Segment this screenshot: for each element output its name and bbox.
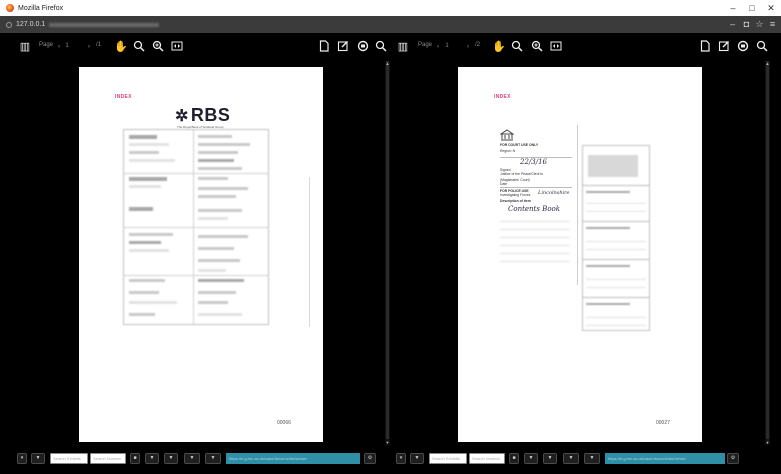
type-dropdown[interactable]: ▼ — [543, 453, 557, 464]
page-number-input[interactable]: 1 — [60, 40, 74, 52]
handwritten-item: Contents Book — [508, 205, 560, 213]
page-total: /1 — [96, 42, 102, 48]
date-label: Date — [500, 182, 508, 186]
zoom-in-icon[interactable] — [530, 40, 544, 54]
blurred-lines — [500, 217, 574, 279]
court-form: FOR COURT USE ONLY Region: N 22/3/16 Sig… — [498, 125, 578, 285]
fit-page-icon[interactable] — [549, 40, 563, 54]
zoom-out-icon[interactable] — [132, 40, 146, 54]
scrollbar[interactable]: ▲ ▼ — [385, 61, 390, 445]
sidebar-toggle-icon[interactable]: ▥ — [396, 40, 410, 54]
region-label: Region: N — [500, 149, 516, 153]
go-button[interactable]: ■ — [509, 453, 519, 464]
close-button[interactable]: ✕ — [760, 0, 781, 16]
index-stamp: INDEX — [494, 94, 511, 100]
tag-dropdown[interactable]: ▼ — [524, 453, 538, 464]
type-dropdown[interactable]: ▼ — [164, 453, 178, 464]
justice-label: Justice of the Peace/Clerk to — [500, 172, 544, 176]
blurred-exhibit-label — [582, 145, 652, 333]
open-file-icon[interactable] — [317, 40, 331, 54]
open-file-icon[interactable] — [698, 40, 712, 54]
exhibit-search-input[interactable]: Search Exhibits — [429, 453, 467, 464]
number-search-input[interactable]: Search Number — [90, 453, 126, 464]
view-dropdown[interactable]: ▼ — [205, 453, 221, 464]
window-title: Mozilla Firefox — [18, 4, 64, 12]
page-label: Page — [39, 42, 54, 48]
star-icon[interactable]: ☆ — [754, 19, 765, 30]
exhibit-search-input[interactable]: Search Exhibits — [50, 453, 88, 464]
hand-tool-icon[interactable]: ✋ — [114, 40, 128, 54]
rbs-logo: ✲ RBS — [175, 105, 230, 126]
settings-button[interactable]: ⚙ — [364, 453, 376, 464]
url-path-blurred — [49, 22, 160, 27]
pdf-viewer-left: ▥ Page ‹ 1 › /1 ✋ INDEX ✲RBS The Royal — [0, 33, 390, 445]
pdf-viewer-right: ▥ Page ‹ 1 › /2 ✋ INDEX FOR COURT USE ON… — [391, 33, 781, 445]
viewer-toolbar: ▥ Page ‹ 1 › /1 ✋ — [0, 33, 390, 61]
view-dropdown[interactable]: ▼ — [584, 453, 600, 464]
menu-icon[interactable]: ≡ — [767, 19, 778, 30]
handwritten-date: 22/3/16 — [520, 158, 547, 166]
page-number-input[interactable]: 1 — [440, 40, 454, 52]
scrollbar[interactable]: ▲ ▼ — [765, 61, 770, 445]
filter-button[interactable]: ▼ — [410, 453, 424, 464]
edit-icon[interactable] — [336, 40, 350, 54]
edit-icon[interactable] — [717, 40, 731, 54]
zoom-out-icon[interactable] — [510, 40, 524, 54]
zoom-in-icon[interactable] — [151, 40, 165, 54]
fit-page-icon[interactable] — [170, 40, 184, 54]
crest-icon — [500, 129, 514, 141]
investigating-label: Investigating Forces — [500, 193, 531, 197]
handwritten-force: Lincolnshire — [538, 190, 570, 196]
brand-name: RBS — [190, 105, 231, 125]
url-text[interactable]: 127.0.0.1 — [16, 21, 45, 28]
description-label: Description of item — [500, 199, 531, 203]
tag-dropdown[interactable]: ▼ — [145, 453, 159, 464]
document-link[interactable]: https://e.g.hrc.ac.uk/case/documents/vie… — [226, 453, 360, 464]
scroll-up-icon[interactable]: ▲ — [765, 61, 770, 66]
sidebar-toggle-icon[interactable]: ▥ — [18, 40, 32, 54]
page-number: 00066 — [277, 420, 291, 426]
pdf-page: INDEX FOR COURT USE ONLY Region: N 22/3/… — [458, 67, 702, 442]
scrollbar-thumb[interactable] — [766, 61, 769, 439]
viewer-toolbar: ▥ Page ‹ 1 › /2 ✋ — [391, 33, 781, 61]
rbs-daisy-icon: ✲ — [175, 108, 189, 125]
exhibit-bar-left: ▾ ▼ Search Exhibits Search Number ■ ▼ ▼ … — [0, 445, 390, 474]
page-total: /2 — [475, 42, 481, 48]
print-icon[interactable] — [736, 40, 750, 54]
filter-button[interactable]: ▼ — [31, 453, 45, 464]
scroll-up-icon[interactable]: ▲ — [385, 61, 390, 66]
blurred-statement-form — [123, 129, 273, 329]
document-link[interactable]: https://e.g.hrc.ac.uk/case/documents/vie… — [605, 453, 725, 464]
window-titlebar: Mozilla Firefox – □ ✕ — [0, 0, 781, 16]
print-icon[interactable] — [356, 40, 370, 54]
firefox-icon — [6, 4, 14, 12]
status-dropdown[interactable]: ▼ — [184, 453, 200, 464]
hand-tool-icon[interactable]: ✋ — [492, 40, 506, 54]
page-label: Page — [418, 42, 433, 48]
status-dropdown[interactable]: ▼ — [563, 453, 579, 464]
pin-button[interactable]: ▾ — [17, 453, 27, 464]
page-edge-line — [309, 177, 310, 327]
shield-icon[interactable]: ◘ — [741, 19, 752, 30]
pdf-page: INDEX ✲ RBS The Royal Bank of Scotland Gr… — [79, 67, 323, 442]
site-info-icon[interactable] — [6, 21, 12, 28]
address-bar[interactable]: 127.0.0.1 – ◘ ☆ ≡ — [0, 16, 781, 33]
minus-icon[interactable]: – — [727, 19, 738, 30]
pin-button[interactable]: ▾ — [396, 453, 406, 464]
scrollbar-thumb[interactable] — [386, 61, 389, 439]
exhibit-bar-right: ▾ ▼ Search Exhibits Search Number ■ ▼ ▼ … — [391, 445, 781, 474]
court-use-title: FOR COURT USE ONLY — [500, 143, 539, 147]
search-icon[interactable] — [374, 40, 388, 54]
settings-button[interactable]: ⚙ — [727, 453, 739, 464]
chevron-down-icon[interactable]: › — [82, 40, 96, 54]
search-icon[interactable] — [755, 40, 769, 54]
page-number: 00027 — [656, 420, 670, 426]
chevron-down-icon[interactable]: › — [461, 40, 475, 54]
go-button[interactable]: ■ — [130, 453, 140, 464]
index-stamp: INDEX — [115, 94, 132, 100]
number-search-input[interactable]: Search Number — [469, 453, 505, 464]
